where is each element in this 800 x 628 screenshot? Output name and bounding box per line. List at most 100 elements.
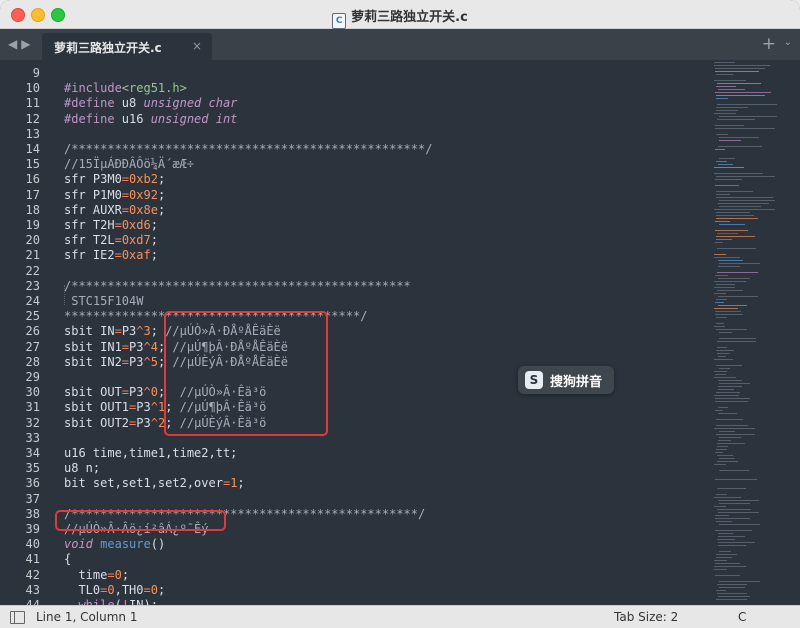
ime-indicator: S 搜狗拼音 — [518, 366, 614, 394]
minimap-line — [717, 119, 755, 120]
tab-nav-arrows-icon[interactable]: ◀▶ — [8, 37, 34, 51]
minimap-line — [715, 311, 741, 312]
line-number: 16 — [25, 172, 40, 187]
code-line[interactable]: bit set,set1,set2,over=1; — [64, 476, 245, 490]
code-line[interactable]: sfr P3M0=0xb2; — [64, 172, 165, 186]
minimap-line — [717, 455, 733, 456]
minimap-line — [714, 464, 726, 465]
line-number: 37 — [25, 491, 40, 506]
highlight-box-comments — [164, 311, 328, 436]
minimap-line — [718, 266, 740, 267]
minimap-line — [714, 428, 755, 429]
c-file-icon: C — [332, 13, 347, 29]
minimap-line — [716, 434, 755, 435]
minimap-line — [714, 257, 740, 258]
code-line[interactable]: /***************************************… — [64, 279, 411, 293]
minimap-line — [716, 299, 727, 300]
code-line[interactable]: sfr P1M0=0x92; — [64, 188, 165, 202]
code-line[interactable]: while(!IN); — [64, 598, 158, 605]
code-line[interactable]: /***************************************… — [64, 142, 432, 156]
line-number: 24 — [25, 294, 40, 308]
minimap-line — [719, 338, 756, 339]
syntax-selector[interactable]: C — [738, 610, 746, 624]
minimap-line — [717, 593, 747, 594]
minimap-line — [718, 407, 728, 408]
code-line[interactable]: sfr AUXR=0x8e; — [64, 203, 165, 217]
minimap-line — [717, 290, 743, 291]
code-line[interactable]: u16 time,time1,time2,tt; — [64, 446, 237, 460]
code-line[interactable]: void measure() — [64, 537, 165, 551]
minimap-line — [715, 530, 752, 531]
minimap-line — [718, 296, 758, 297]
code-line[interactable]: TL0=0,TH0=0; — [64, 583, 165, 597]
minimap-line — [714, 506, 726, 507]
minimap-line — [719, 332, 732, 333]
minimap-line — [714, 113, 736, 114]
minimap-line — [716, 554, 737, 555]
minimap-line — [714, 566, 746, 567]
line-number: 15 — [25, 157, 40, 172]
minimap-line — [714, 569, 727, 570]
minimap-line — [716, 107, 748, 108]
cursor-position[interactable]: Line 1, Column 1 — [36, 610, 138, 624]
minimap-line — [715, 518, 750, 519]
code-line[interactable]: #include<reg51.h> — [64, 81, 187, 95]
minimap-line — [718, 305, 747, 306]
code-line[interactable]: STC15F104W — [64, 294, 143, 308]
minimap-line — [719, 470, 749, 471]
minimap-line — [719, 140, 741, 141]
line-number: 9 — [32, 66, 40, 80]
code-line[interactable]: { — [64, 552, 71, 566]
status-bar: Line 1, Column 1 Tab Size: 2 C — [0, 605, 800, 628]
minimap-line — [717, 272, 758, 273]
minimap-line — [718, 278, 750, 279]
minimap-line — [716, 95, 765, 96]
minimap-line — [715, 128, 775, 129]
title-bar: C 萝莉三路独立开关.c — [0, 0, 800, 29]
line-number: 10 — [25, 81, 40, 96]
minimap-line — [716, 134, 728, 135]
sidebar-toggle-icon[interactable] — [10, 611, 25, 624]
minimap-line — [716, 599, 747, 600]
minimap-line — [716, 557, 732, 558]
minimap-line — [719, 368, 730, 369]
minimap-line — [715, 374, 726, 375]
code-line[interactable]: sfr IE2=0xaf; — [64, 248, 158, 262]
minimap-line — [716, 284, 735, 285]
minimap-line — [716, 323, 724, 324]
code-line[interactable]: sfr T2L=0xd7; — [64, 233, 158, 247]
tab-close-icon[interactable]: × — [192, 39, 202, 53]
minimap-line — [718, 533, 733, 534]
line-number: 25 — [25, 309, 40, 324]
minimap-line — [715, 398, 750, 399]
minimap-line — [716, 419, 743, 420]
line-number-gutter: 9 10 11 12 13 14 15 16 17 18 19 20 21 22 23 24 25 26 27 28 2… — [0, 60, 54, 605]
new-tab-icon[interactable]: + — [762, 34, 776, 54]
code-line[interactable]: #define u8 unsigned char — [64, 96, 237, 110]
minimap-line — [718, 536, 745, 537]
code-line[interactable]: time=0; — [64, 568, 129, 582]
minimap-line — [717, 539, 735, 540]
line-number: 38 — [25, 506, 40, 521]
code-line[interactable]: sfr T2H=0xd6; — [64, 218, 158, 232]
minimap-line — [717, 104, 777, 105]
tab-active-file[interactable]: 萝莉三路独立开关.c × — [42, 33, 212, 60]
minimap-line — [718, 146, 762, 147]
code-line[interactable]: //15ÏµÁÐÐÂÔö¼Ä´æÆ÷ — [64, 157, 194, 171]
minimap-line — [715, 221, 730, 222]
minimap-line — [716, 449, 727, 450]
code-line[interactable]: u8 n; — [64, 461, 100, 475]
minimap-line — [716, 176, 775, 177]
minimap-line — [717, 248, 756, 249]
minimap-line — [714, 167, 744, 168]
tab-size-selector[interactable]: Tab Size: 2 — [614, 610, 678, 624]
tab-overflow-icon[interactable]: ⌄ — [784, 37, 792, 48]
minimap-line — [719, 581, 760, 582]
minimap-line — [716, 392, 740, 393]
minimap-line — [714, 209, 775, 210]
line-number: 29 — [25, 370, 40, 384]
highlight-box-line39 — [55, 510, 226, 531]
code-line[interactable]: #define u16 unsigned int — [64, 112, 237, 126]
minimap-line — [716, 212, 750, 213]
minimap[interactable] — [712, 60, 800, 605]
